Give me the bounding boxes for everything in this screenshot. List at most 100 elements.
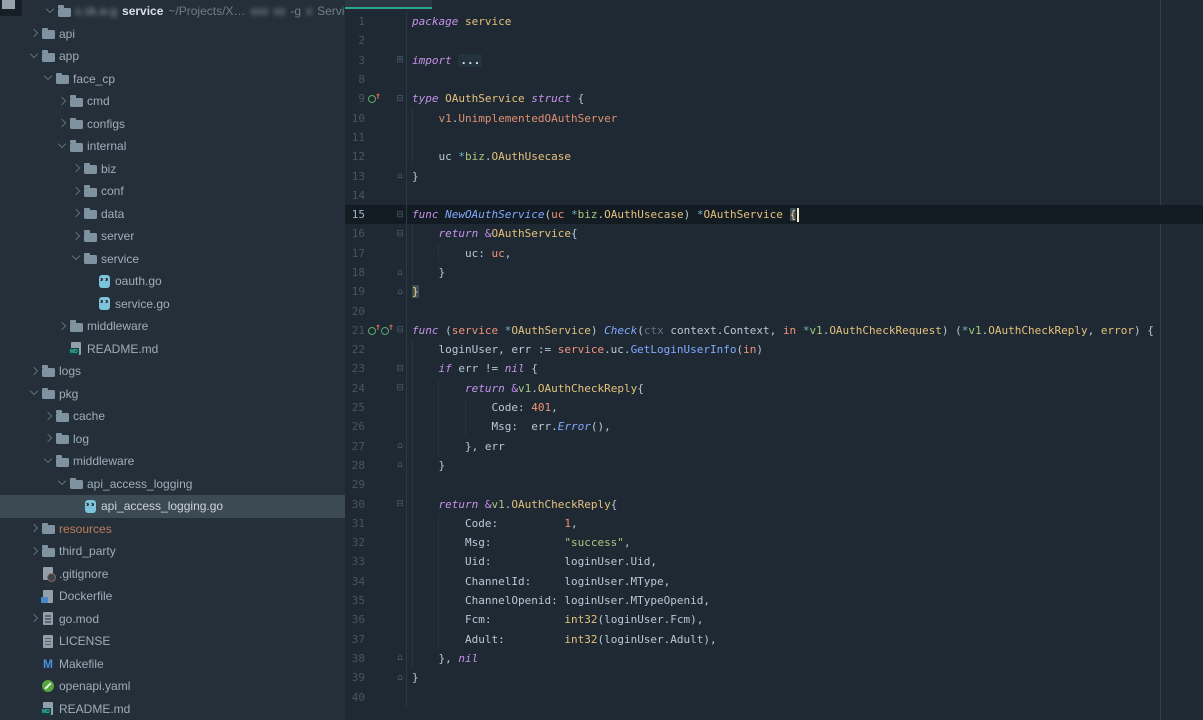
tree-item-data[interactable]: data [0, 203, 345, 226]
code-editor[interactable]: 1package service23⊞import ...89⊟type OAu… [345, 0, 1203, 720]
tree-item-api-access-logging-go[interactable]: api_access_logging.go [0, 495, 345, 518]
tree-item-middleware[interactable]: middleware [0, 450, 345, 473]
code-text[interactable]: return &OAuthService{ [406, 224, 1203, 243]
tree-item-internal[interactable]: internal [0, 135, 345, 158]
chevron-down-icon[interactable] [42, 72, 55, 85]
code-text[interactable]: type OAuthService struct { [406, 89, 1203, 108]
code-line-20[interactable]: 20 [345, 301, 1203, 320]
code-text[interactable]: return &v1.OAuthCheckReply{ [406, 494, 1203, 513]
tree-item--gitignore[interactable]: .gitignore [0, 563, 345, 586]
fold-toggle-icon[interactable]: ⊟ [394, 499, 406, 509]
fold-end-icon[interactable]: ⌂ [394, 441, 406, 451]
tree-item-api[interactable]: api [0, 23, 345, 46]
code-line-10[interactable]: 10 v1.UnimplementedOAuthServer [345, 108, 1203, 127]
code-line-27[interactable]: 27⌂ }, err [345, 437, 1203, 456]
code-line-16[interactable]: 16⊟ return &OAuthService{ [345, 224, 1203, 243]
toolwindow-icon[interactable] [0, 0, 22, 16]
chevron-down-icon[interactable] [28, 50, 41, 63]
chevron-down-icon[interactable] [28, 387, 41, 400]
fold-end-icon[interactable]: ⌂ [394, 673, 406, 683]
tree-item-openapi-yaml[interactable]: openapi.yaml [0, 675, 345, 698]
code-line-19[interactable]: 19⌂} [345, 282, 1203, 301]
tree-item-middleware[interactable]: middleware [0, 315, 345, 338]
chevron-right-icon[interactable] [70, 207, 83, 220]
code-line-23[interactable]: 23⊟ if err != nil { [345, 359, 1203, 378]
code-line-21[interactable]: 21⊟func (service *OAuthService) Check(ct… [345, 321, 1203, 340]
chevron-down-icon[interactable] [56, 140, 69, 153]
fold-toggle-icon[interactable]: ⊟ [394, 229, 406, 239]
tree-item-license[interactable]: LICENSE [0, 630, 345, 653]
code-line-39[interactable]: 39⌂} [345, 668, 1203, 687]
code-text[interactable]: } [406, 282, 1203, 301]
code-line-22[interactable]: 22 loginUser, err := service.uc.GetLogin… [345, 340, 1203, 359]
code-line-36[interactable]: 36 Fcm: int32(loginUser.Fcm), [345, 610, 1203, 629]
chevron-right-icon[interactable] [70, 230, 83, 243]
implements-interface-icon[interactable] [368, 324, 380, 336]
chevron-right-icon[interactable] [28, 545, 41, 558]
chevron-right-icon[interactable] [28, 365, 41, 378]
code-line-29[interactable]: 29 [345, 475, 1203, 494]
code-text[interactable]: } [406, 263, 1203, 282]
code-text[interactable]: func (service *OAuthService) Check(ctx c… [406, 321, 1203, 340]
code-line-32[interactable]: 32 Msg: "success", [345, 533, 1203, 552]
code-text[interactable]: }, nil [406, 649, 1203, 668]
chevron-right-icon[interactable] [56, 117, 69, 130]
chevron-right-icon[interactable] [28, 612, 41, 625]
code-line-12[interactable]: 12 uc *biz.OAuthUsecase [345, 147, 1203, 166]
code-text[interactable] [406, 301, 1203, 320]
chevron-right-icon[interactable] [42, 410, 55, 423]
tree-item-third-party[interactable]: third_party [0, 540, 345, 563]
code-text[interactable]: Code: 1, [406, 514, 1203, 533]
code-text[interactable]: uc: uc, [406, 244, 1203, 263]
code-text[interactable]: func NewOAuthService(uc *biz.OAuthUsecas… [406, 205, 1203, 224]
tree-item-go-mod[interactable]: go.mod [0, 608, 345, 631]
tree-item-cmd[interactable]: cmd [0, 90, 345, 113]
tree-item-api-access-logging[interactable]: api_access_logging [0, 473, 345, 496]
code-text[interactable]: ChannelOpenid: loginUser.MTypeOpenid, [406, 591, 1203, 610]
code-text[interactable] [406, 128, 1203, 147]
code-text[interactable]: loginUser, err := service.uc.GetLoginUse… [406, 340, 1203, 359]
tree-item-service[interactable]: service [0, 248, 345, 271]
tree-item-pkg[interactable]: pkg [0, 383, 345, 406]
tree-item-project-root[interactable]: x.sk.a-gservice~/Projects/X…xxxxx-gxServ… [0, 0, 345, 23]
tree-item-service-go[interactable]: service.go [0, 293, 345, 316]
code-line-14[interactable]: 14 [345, 186, 1203, 205]
tree-item-readme-md[interactable]: README.md [0, 338, 345, 361]
chevron-right-icon[interactable] [28, 27, 41, 40]
code-line-17[interactable]: 17 uc: uc, [345, 244, 1203, 263]
code-line-8[interactable]: 8 [345, 70, 1203, 89]
code-text[interactable]: Adult: int32(loginUser.Adult), [406, 630, 1203, 649]
fold-toggle-icon[interactable]: ⊟ [394, 325, 406, 335]
tree-item-oauth-go[interactable]: oauth.go [0, 270, 345, 293]
code-line-35[interactable]: 35 ChannelOpenid: loginUser.MTypeOpenid, [345, 591, 1203, 610]
code-text[interactable]: package service [406, 12, 1203, 31]
fold-toggle-icon[interactable]: ⊟ [394, 94, 406, 104]
implements-interface-icon[interactable] [368, 93, 380, 105]
code-text[interactable] [406, 186, 1203, 205]
code-line-34[interactable]: 34 ChannelId: loginUser.MType, [345, 572, 1203, 591]
fold-end-icon[interactable]: ⌂ [394, 287, 406, 297]
chevron-down-icon[interactable] [42, 455, 55, 468]
code-line-25[interactable]: 25 Code: 401, [345, 398, 1203, 417]
fold-toggle-icon[interactable]: ⊟ [394, 210, 406, 220]
code-text[interactable]: Msg: err.Error(), [406, 417, 1203, 436]
code-line-33[interactable]: 33 Uid: loginUser.Uid, [345, 552, 1203, 571]
code-line-15[interactable]: 15⊟func NewOAuthService(uc *biz.OAuthUse… [345, 205, 1203, 224]
code-text[interactable]: uc *biz.OAuthUsecase [406, 147, 1203, 166]
chevron-down-icon[interactable] [56, 477, 69, 490]
tree-item-resources[interactable]: resources [0, 518, 345, 541]
code-text[interactable]: Fcm: int32(loginUser.Fcm), [406, 610, 1203, 629]
tree-item-logs[interactable]: logs [0, 360, 345, 383]
code-line-3[interactable]: 3⊞import ... [345, 51, 1203, 70]
fold-end-icon[interactable]: ⌂ [394, 653, 406, 663]
code-text[interactable] [406, 31, 1203, 50]
code-line-40[interactable]: 40 [345, 687, 1203, 706]
tree-item-dockerfile[interactable]: Dockerfile [0, 585, 345, 608]
fold-toggle-icon[interactable]: ⊞ [394, 55, 406, 65]
code-text[interactable]: } [406, 166, 1203, 185]
code-text[interactable]: Code: 401, [406, 398, 1203, 417]
chevron-right-icon[interactable] [70, 162, 83, 175]
tree-item-biz[interactable]: biz [0, 158, 345, 181]
code-text[interactable] [406, 475, 1203, 494]
implements-interface-icon[interactable] [381, 324, 393, 336]
